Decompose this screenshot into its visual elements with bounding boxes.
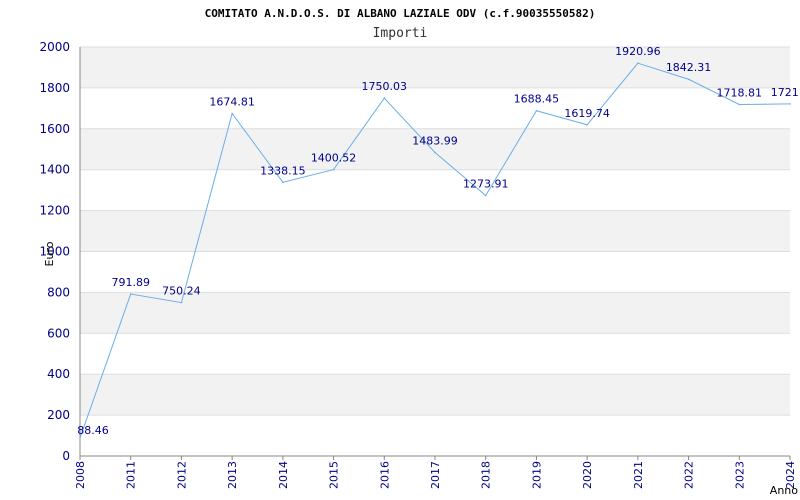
data-point — [79, 437, 81, 439]
y-tick-label: 1600 — [39, 122, 70, 136]
x-tick-label: 2008 — [74, 461, 87, 489]
data-label: 1338.15 — [260, 164, 306, 177]
data-label: 1273.91 — [463, 177, 509, 190]
x-tick-label: 2019 — [530, 461, 543, 489]
data-point — [484, 194, 487, 197]
data-label: 1920.96 — [615, 45, 661, 58]
data-label: 1750.03 — [362, 80, 408, 93]
x-tick-label: 2014 — [277, 461, 290, 489]
y-tick-label: 200 — [47, 408, 70, 422]
data-point — [332, 168, 335, 171]
y-tick-label: 1200 — [39, 204, 70, 218]
data-label: 1400.52 — [311, 152, 357, 165]
plot-band — [80, 374, 790, 416]
chart-title: COMITATO A.N.D.O.S. DI ALBANO LAZIALE OD… — [205, 7, 596, 20]
data-label: 88.46 — [77, 424, 109, 437]
x-tick-label: 2017 — [429, 461, 442, 489]
y-tick-label: 600 — [47, 326, 70, 340]
data-point — [687, 78, 690, 81]
data-label: 1842.31 — [666, 61, 712, 74]
data-point — [434, 151, 436, 154]
y-tick-label: 800 — [47, 285, 70, 299]
plot-band — [80, 292, 790, 334]
line-chart: 88.46 791.89 750.24 1674.81 1338.15 1400.52 17… — [39, 7, 800, 497]
plot-band — [80, 210, 790, 252]
data-point — [180, 301, 183, 304]
x-tick-label: 2023 — [733, 461, 746, 489]
data-point — [789, 103, 791, 105]
plot-band — [80, 333, 790, 375]
data-label: 1721.8 — [771, 86, 800, 99]
y-tick-label: 1800 — [39, 81, 70, 95]
data-label: 1483.99 — [412, 135, 458, 148]
x-tick-label: 2021 — [632, 461, 645, 489]
y-tick-label: 400 — [47, 367, 70, 381]
data-label: 1674.81 — [209, 96, 255, 109]
x-tick-label: 2011 — [125, 461, 138, 489]
y-tick-label: 2000 — [39, 40, 70, 54]
plot-band — [80, 169, 790, 211]
data-point — [383, 97, 386, 99]
x-tick-label: 2013 — [226, 461, 239, 489]
y-tick-label: 1400 — [39, 163, 70, 177]
data-label: 1688.45 — [514, 93, 560, 106]
data-label: 791.89 — [111, 276, 150, 289]
data-point — [231, 112, 233, 115]
data-point — [282, 181, 284, 184]
x-tick-label: 2020 — [581, 461, 594, 489]
x-tick-label: 2016 — [378, 461, 391, 489]
x-tick-label: 2018 — [480, 461, 493, 489]
x-tick-label: 2022 — [683, 461, 696, 489]
y-axis-title: Euro — [43, 241, 56, 266]
x-tick-label: 2012 — [175, 461, 188, 489]
chart-root: 88.46 791.89 750.24 1674.81 1338.15 1400.52 17… — [0, 0, 800, 500]
data-point — [586, 123, 588, 126]
data-point — [738, 103, 741, 106]
data-label: 750.24 — [162, 285, 201, 298]
x-axis-title: Anno — [770, 484, 798, 497]
x-tick-label: 2015 — [328, 461, 341, 489]
data-point — [535, 109, 538, 112]
data-label: 1619.74 — [564, 107, 610, 120]
data-point — [129, 293, 132, 295]
y-tick-label: 0 — [62, 449, 70, 463]
data-label: 1718.81 — [717, 87, 763, 100]
plot-band — [80, 87, 790, 129]
data-point — [637, 62, 639, 64]
plot-band — [80, 415, 790, 456]
chart-subtitle: Importi — [373, 26, 428, 41]
